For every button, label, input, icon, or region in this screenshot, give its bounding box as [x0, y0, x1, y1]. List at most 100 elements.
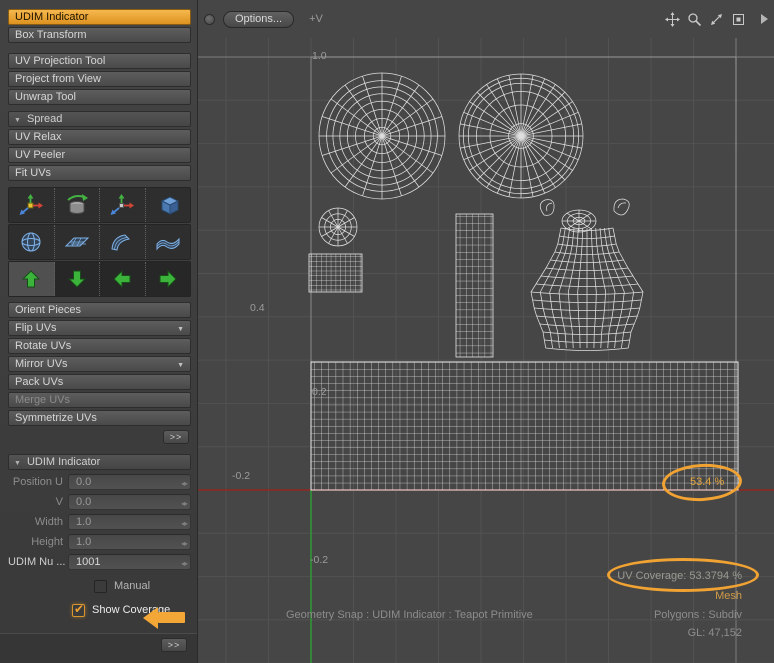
- shift-left-button[interactable]: [100, 262, 146, 296]
- shift-up-button[interactable]: [9, 262, 55, 296]
- position-u-field[interactable]: 0.0: [68, 474, 191, 490]
- tick-label-v04: 0.4: [250, 302, 265, 314]
- mini-slider-icon[interactable]: [181, 513, 187, 531]
- tool-icon-row-transform: [8, 187, 191, 223]
- collapse-triangle-icon: [14, 113, 27, 125]
- axis-arrows-icon: [108, 193, 136, 217]
- dropdown-arrow-icon: [177, 358, 184, 370]
- shift-down-button[interactable]: [55, 262, 101, 296]
- box-column-mesh: [456, 214, 493, 357]
- tool-button-box-transform[interactable]: Box Transform: [8, 27, 191, 43]
- annotation-circle-uv-coverage: [607, 558, 759, 592]
- panel-more-button[interactable]: >>: [161, 638, 187, 652]
- status-bar-text: Geometry Snap : UDIM Indicator : Teapot …: [286, 609, 533, 621]
- tool-button-udim-indicator[interactable]: UDIM Indicator: [8, 9, 191, 25]
- sphere-wire-icon: [18, 230, 44, 254]
- field-value: 1.0: [76, 536, 181, 548]
- tool-label: UV Relax: [15, 131, 184, 143]
- position-v-label: V: [8, 496, 68, 508]
- tool-button-uv-relax[interactable]: UV Relax: [8, 129, 191, 145]
- green-right-arrow-icon: [158, 269, 178, 289]
- tool-icon-row-arrows: [8, 261, 191, 297]
- annotation-arrow-show-coverage: [158, 612, 185, 623]
- tool-button-unwrap[interactable]: Unwrap Tool: [8, 89, 191, 105]
- tool-button-fit-uvs[interactable]: Fit UVs: [8, 165, 191, 181]
- position-u-label: Position U: [8, 476, 68, 488]
- spread-section-header[interactable]: Spread: [8, 111, 191, 127]
- viewport-toolbar: Options... +V: [204, 9, 770, 29]
- field-value: 1001: [76, 556, 181, 568]
- zoom-icon[interactable]: [687, 12, 702, 27]
- frame-icon[interactable]: [731, 12, 746, 27]
- plane-grid-icon: [63, 230, 91, 254]
- op-button-merge-uvs: Merge UVs: [8, 392, 191, 408]
- mini-slider-icon[interactable]: [181, 533, 187, 551]
- green-left-arrow-icon: [112, 269, 132, 289]
- mini-slider-icon[interactable]: [181, 553, 187, 571]
- tick-label-u-neg02: -0.2: [232, 470, 250, 482]
- gl-count-label: GL: 47,152: [688, 627, 742, 639]
- op-button-flip-uvs[interactable]: Flip UVs: [8, 320, 191, 336]
- manual-checkbox-label: Manual: [114, 580, 150, 592]
- height-field[interactable]: 1.0: [68, 534, 191, 550]
- udim-panel-header[interactable]: UDIM Indicator: [8, 454, 191, 470]
- green-down-arrow-icon: [67, 269, 87, 289]
- curved-fan-icon: [108, 230, 136, 254]
- mesh-item-label: Mesh: [715, 590, 742, 602]
- op-button-orient-pieces[interactable]: Orient Pieces: [8, 302, 191, 318]
- bend-project-button[interactable]: [100, 225, 146, 259]
- wavy-grid-icon: [154, 230, 182, 254]
- cube-icon: [154, 193, 182, 217]
- sphere-project-button[interactable]: [9, 225, 55, 259]
- checker-plane-mesh: [309, 254, 362, 292]
- mini-slider-icon[interactable]: [181, 493, 187, 511]
- op-label: Flip UVs: [15, 322, 177, 334]
- app-window: UDIM Indicator Box Transform UV Projecti…: [0, 0, 774, 663]
- spread-header-label: Spread: [27, 113, 62, 125]
- tool-label: Unwrap Tool: [15, 91, 184, 103]
- op-button-symmetrize-uvs[interactable]: Symmetrize UVs: [8, 410, 191, 426]
- op-button-pack-uvs[interactable]: Pack UVs: [8, 374, 191, 390]
- tool-label: UDIM Indicator: [15, 11, 184, 23]
- shift-right-button[interactable]: [146, 262, 191, 296]
- op-label: Symmetrize UVs: [15, 412, 184, 424]
- pan-icon[interactable]: [665, 12, 680, 27]
- panel-arrow-icon[interactable]: [761, 14, 768, 24]
- scale-uv-tool-button[interactable]: [100, 188, 146, 222]
- viewport-menu-dot-button[interactable]: [204, 14, 215, 25]
- more-tools-button[interactable]: >>: [163, 430, 189, 444]
- tool-sidebar: UDIM Indicator Box Transform UV Projecti…: [0, 0, 197, 663]
- move-arrows-icon: [17, 193, 45, 217]
- tool-label: UV Peeler: [15, 149, 184, 161]
- op-label: Mirror UVs: [15, 358, 177, 370]
- tool-label: Project from View: [15, 73, 184, 85]
- width-field[interactable]: 1.0: [68, 514, 191, 530]
- op-button-rotate-uvs[interactable]: Rotate UVs: [8, 338, 191, 354]
- move-uv-tool-button[interactable]: [9, 188, 55, 222]
- v-axis-label: +V: [309, 13, 323, 25]
- field-value: 0.0: [76, 496, 181, 508]
- tick-label-v1: 1.0: [312, 50, 327, 62]
- options-button[interactable]: Options...: [223, 11, 294, 28]
- op-label: Merge UVs: [15, 394, 184, 406]
- rotate-uv-tool-button[interactable]: [55, 188, 101, 222]
- mini-slider-icon[interactable]: [181, 473, 187, 491]
- wave-project-button[interactable]: [146, 225, 191, 259]
- tool-button-uv-projection[interactable]: UV Projection Tool: [8, 53, 191, 69]
- udim-number-field[interactable]: 1001: [68, 554, 191, 570]
- tool-button-project-from-view[interactable]: Project from View: [8, 71, 191, 87]
- collapse-triangle-icon: [14, 456, 27, 468]
- show-coverage-checkbox[interactable]: [72, 604, 85, 617]
- tool-button-uv-peeler[interactable]: UV Peeler: [8, 147, 191, 163]
- plane-project-button[interactable]: [55, 225, 101, 259]
- maximize-icon[interactable]: [709, 12, 724, 27]
- green-up-arrow-icon: [21, 269, 41, 289]
- position-v-field[interactable]: 0.0: [68, 494, 191, 510]
- op-label: Rotate UVs: [15, 340, 184, 352]
- height-label: Height: [8, 536, 68, 548]
- width-label: Width: [8, 516, 68, 528]
- op-button-mirror-uvs[interactable]: Mirror UVs: [8, 356, 191, 372]
- manual-checkbox[interactable]: [94, 580, 107, 593]
- cube-map-tool-button[interactable]: [146, 188, 191, 222]
- udim-number-label: UDIM Nu ...: [8, 556, 68, 568]
